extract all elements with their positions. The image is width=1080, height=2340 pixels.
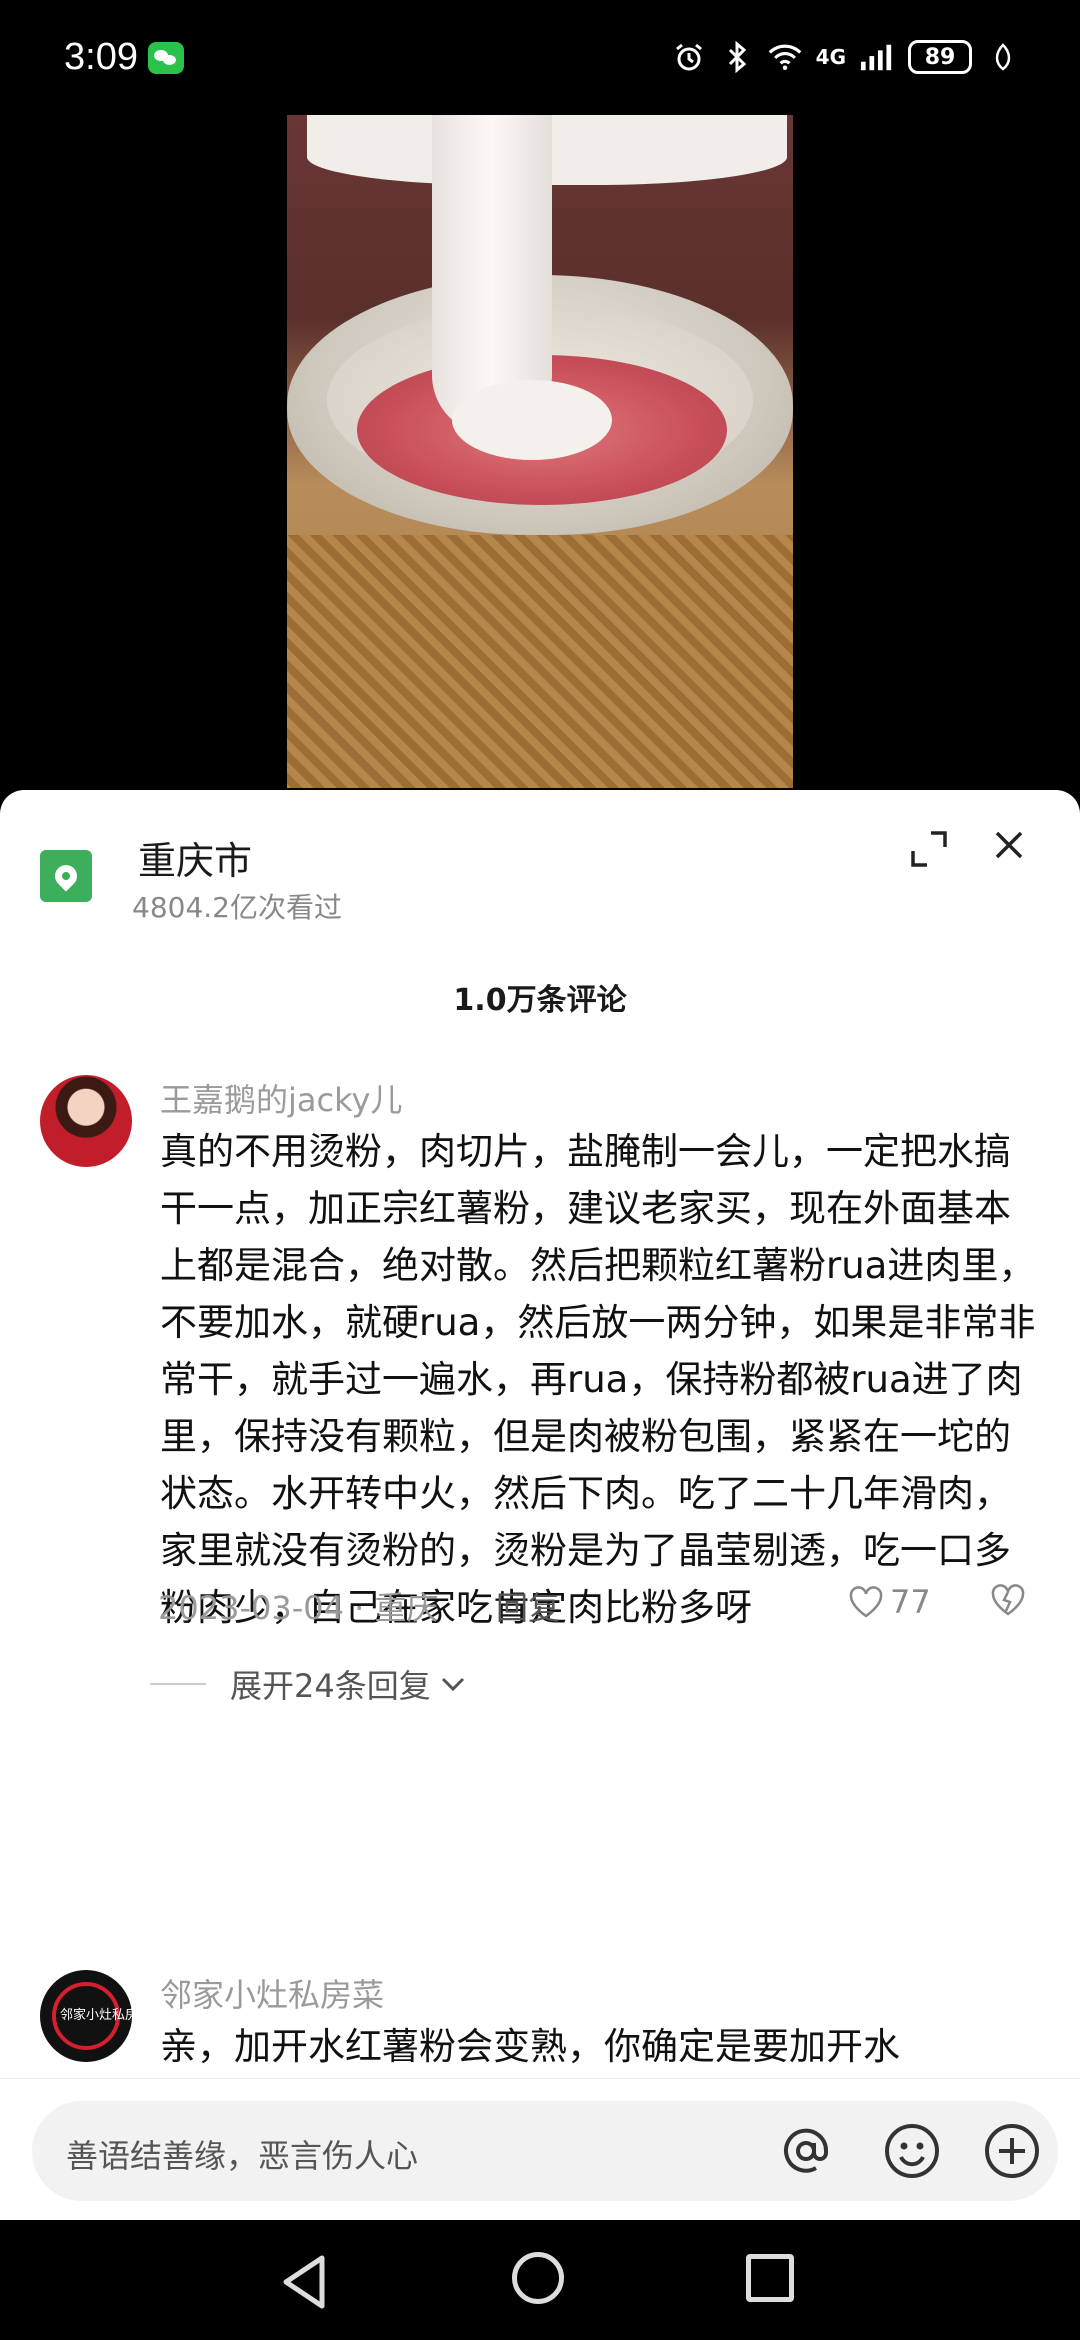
comment-text: 真的不用烫粉，肉切片，盐腌制一会儿，一定把水搞干一点，加正宗红薯粉，建议老家买，… bbox=[160, 1130, 1036, 1629]
back-icon[interactable] bbox=[280, 2254, 328, 2314]
leaf-icon bbox=[986, 40, 1020, 74]
comment-count: 1.0万条评论 bbox=[453, 983, 627, 1018]
woven-mat bbox=[287, 535, 793, 788]
location-pin-icon[interactable] bbox=[40, 850, 92, 902]
comment-input-bar: 善语结善缘，恶言伤人心 bbox=[0, 2078, 1080, 2221]
comment-input[interactable]: 善语结善缘，恶言伤人心 bbox=[32, 2101, 1058, 2201]
wifi-icon bbox=[768, 40, 802, 74]
status-icons: 4G 89 bbox=[672, 40, 1020, 74]
alarm-icon bbox=[672, 40, 706, 74]
recent-apps-icon[interactable] bbox=[746, 2254, 794, 2302]
dislike-icon[interactable] bbox=[990, 1583, 1026, 1626]
close-icon[interactable] bbox=[985, 825, 1033, 873]
comment-username[interactable]: 邻家小灶私房菜 bbox=[160, 1970, 384, 2016]
avatar[interactable] bbox=[40, 1075, 132, 1167]
like-button[interactable]: 77 bbox=[848, 1583, 931, 1621]
signal-icon bbox=[860, 40, 894, 74]
expand-icon[interactable] bbox=[905, 825, 953, 873]
avatar[interactable]: 邻家小灶私房菜 bbox=[40, 1970, 132, 2062]
location-title[interactable]: 重庆市 bbox=[138, 830, 252, 885]
network-type: 4G bbox=[815, 45, 846, 69]
comment-username[interactable]: 王嘉鹅的jacky儿 bbox=[160, 1075, 402, 1121]
comment-sheet: 重庆市 4804.2亿次看过 1.0万条评论 王嘉鹅的jacky儿 真的不用烫粉… bbox=[0, 790, 1080, 2220]
comment-input-placeholder: 善语结善缘，恶言伤人心 bbox=[66, 2137, 419, 2175]
status-bar: 3:09 4G 89 bbox=[0, 0, 1080, 120]
comment-text: 亲，加开水红薯粉会变熟，你确定是要加开水 bbox=[160, 2025, 900, 2068]
system-navigation-bar bbox=[0, 2220, 1080, 2340]
video-preview[interactable] bbox=[287, 115, 793, 788]
wechat-notification-icon bbox=[148, 42, 184, 74]
like-count: 77 bbox=[890, 1583, 931, 1621]
bluetooth-icon bbox=[720, 40, 754, 74]
comment-meta: 2023-03-04 · 重庆 bbox=[158, 1589, 439, 1627]
reply-button[interactable]: 回复 bbox=[496, 1583, 560, 1629]
mention-icon[interactable] bbox=[774, 2119, 838, 2183]
status-time: 3:09 bbox=[64, 36, 138, 78]
battery-indicator: 89 bbox=[908, 40, 972, 74]
emoji-icon[interactable] bbox=[880, 2119, 944, 2183]
avatar-text: 邻家小灶私房菜 bbox=[60, 2008, 132, 2023]
home-icon[interactable] bbox=[512, 2252, 564, 2304]
heart-icon bbox=[849, 1586, 883, 1618]
expand-replies-button[interactable]: 展开24条回复 bbox=[150, 1661, 469, 1707]
add-icon[interactable] bbox=[980, 2119, 1044, 2183]
expand-replies-label: 展开24条回复 bbox=[230, 1667, 431, 1705]
location-views: 4804.2亿次看过 bbox=[132, 891, 342, 924]
chevron-down-icon bbox=[441, 1677, 464, 1692]
